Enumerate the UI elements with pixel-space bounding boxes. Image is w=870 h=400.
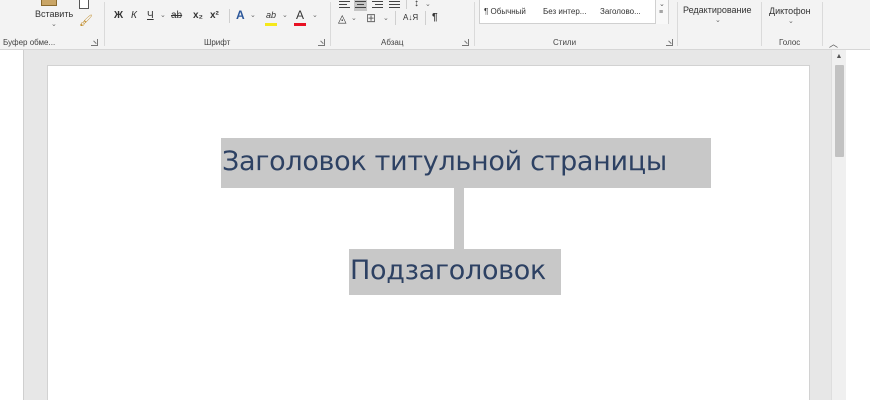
ribbon: Вставить ⌄ 🖌 Буфер обме... Ж К Ч ⌄ ab x₂… [0,0,870,50]
borders-icon[interactable]: ⊞ [366,11,376,25]
paragraph-group-label: Абзац [381,38,404,47]
vertical-scrollbar[interactable]: ▲ [831,50,846,400]
shading-icon[interactable]: ◬ [338,12,346,25]
shading-chevron-icon[interactable]: ⌄ [351,14,357,22]
font-group: Ж К Ч ⌄ ab x₂ x² A ⌄ ab ⌄ A ⌄ Шрифт [105,0,330,50]
paragraph-launcher-icon[interactable] [462,39,469,46]
font-launcher-icon[interactable] [318,39,325,46]
font-separator [229,9,230,23]
strikethrough-button[interactable]: ab [171,10,182,21]
font-color-bar [294,23,306,26]
paragraph-separator [406,0,407,9]
line-spacing-icon[interactable]: ↕ [414,0,419,9]
voice-group-label: Голос [779,38,801,47]
underline-button[interactable]: Ч [147,10,154,21]
align-left-icon[interactable] [338,0,351,11]
document-subtitle[interactable]: Подзаголовок [349,255,561,286]
style-heading[interactable]: Заголово... [600,7,641,16]
format-painter-icon[interactable]: 🖌 [79,14,93,27]
text-effects-button[interactable]: A [236,8,245,22]
clipboard-group: Вставить ⌄ 🖌 Буфер обме... [0,0,105,50]
document-canvas [23,50,831,400]
font-group-label: Шрифт [204,38,231,47]
dictate-button[interactable]: Диктофон [769,6,811,16]
italic-button[interactable]: К [131,10,137,21]
window-margin [846,50,870,400]
styles-launcher-icon[interactable] [666,39,673,46]
styles-gallery-scroll[interactable]: ⌄ ≡ [655,0,668,24]
editing-chevron-icon[interactable]: ⌄ [715,16,721,24]
document-title[interactable]: Заголовок титульной страницы [221,146,711,177]
clipboard-launcher-icon[interactable] [91,39,98,46]
editing-button[interactable]: Редактирование [683,5,752,15]
scrollbar-thumb[interactable] [835,65,844,157]
paragraph-group: ↕ ⌄ ◬ ⌄ ⊞ ⌄ А↓Я ¶ Абзац [331,0,474,50]
highlight-color-bar [265,23,277,26]
style-normal[interactable]: ¶ Обычный [484,7,526,16]
more-icon[interactable]: ≡ [659,9,663,16]
title-highlight: Заголовок титульной страницы [221,138,711,188]
highlight-chevron-icon[interactable]: ⌄ [282,11,288,19]
font-color-chevron-icon[interactable]: ⌄ [312,11,318,19]
align-right-icon[interactable] [371,0,384,11]
highlight-button[interactable]: ab [266,10,276,20]
style-no-spacing[interactable]: Без интер... [543,7,586,16]
borders-chevron-icon[interactable]: ⌄ [383,14,389,22]
line-spacing-chevron-icon[interactable]: ⌄ [425,0,431,8]
dictate-chevron-icon[interactable]: ⌄ [788,17,794,25]
font-color-button[interactable]: A [296,8,304,22]
paragraph-separator [425,11,426,25]
align-justify-icon[interactable] [388,0,401,11]
text-effects-chevron-icon[interactable]: ⌄ [250,11,256,19]
clipboard-group-label: Буфер обме... [3,38,56,47]
show-marks-icon[interactable]: ¶ [432,12,438,23]
sort-icon[interactable]: А↓Я [403,13,418,22]
document-page[interactable] [48,66,809,400]
paste-icon[interactable] [41,0,57,6]
group-separator [761,2,762,46]
align-center-icon[interactable] [354,0,367,11]
chevron-down-icon[interactable]: ⌄ [659,0,665,8]
group-separator [822,2,823,46]
copy-icon[interactable] [79,0,89,9]
scroll-up-icon[interactable]: ▲ [832,50,846,63]
styles-group-label: Стили [553,38,577,47]
paste-chevron-icon[interactable]: ⌄ [51,20,57,28]
collapse-ribbon-icon[interactable]: ︿ [829,37,838,50]
paste-button[interactable]: Вставить [35,8,73,20]
subscript-button[interactable]: x₂ [193,10,203,21]
paragraph-separator [395,11,396,25]
superscript-button[interactable]: x² [210,10,219,21]
group-separator [677,2,678,46]
group-separator [474,2,475,46]
title-connector [454,188,464,249]
subtitle-highlight: Подзаголовок [349,249,561,295]
underline-chevron-icon[interactable]: ⌄ [160,11,166,19]
styles-gallery[interactable]: ¶ Обычный Без интер... Заголово... ⌄ ≡ [479,0,669,24]
bold-button[interactable]: Ж [114,10,123,21]
